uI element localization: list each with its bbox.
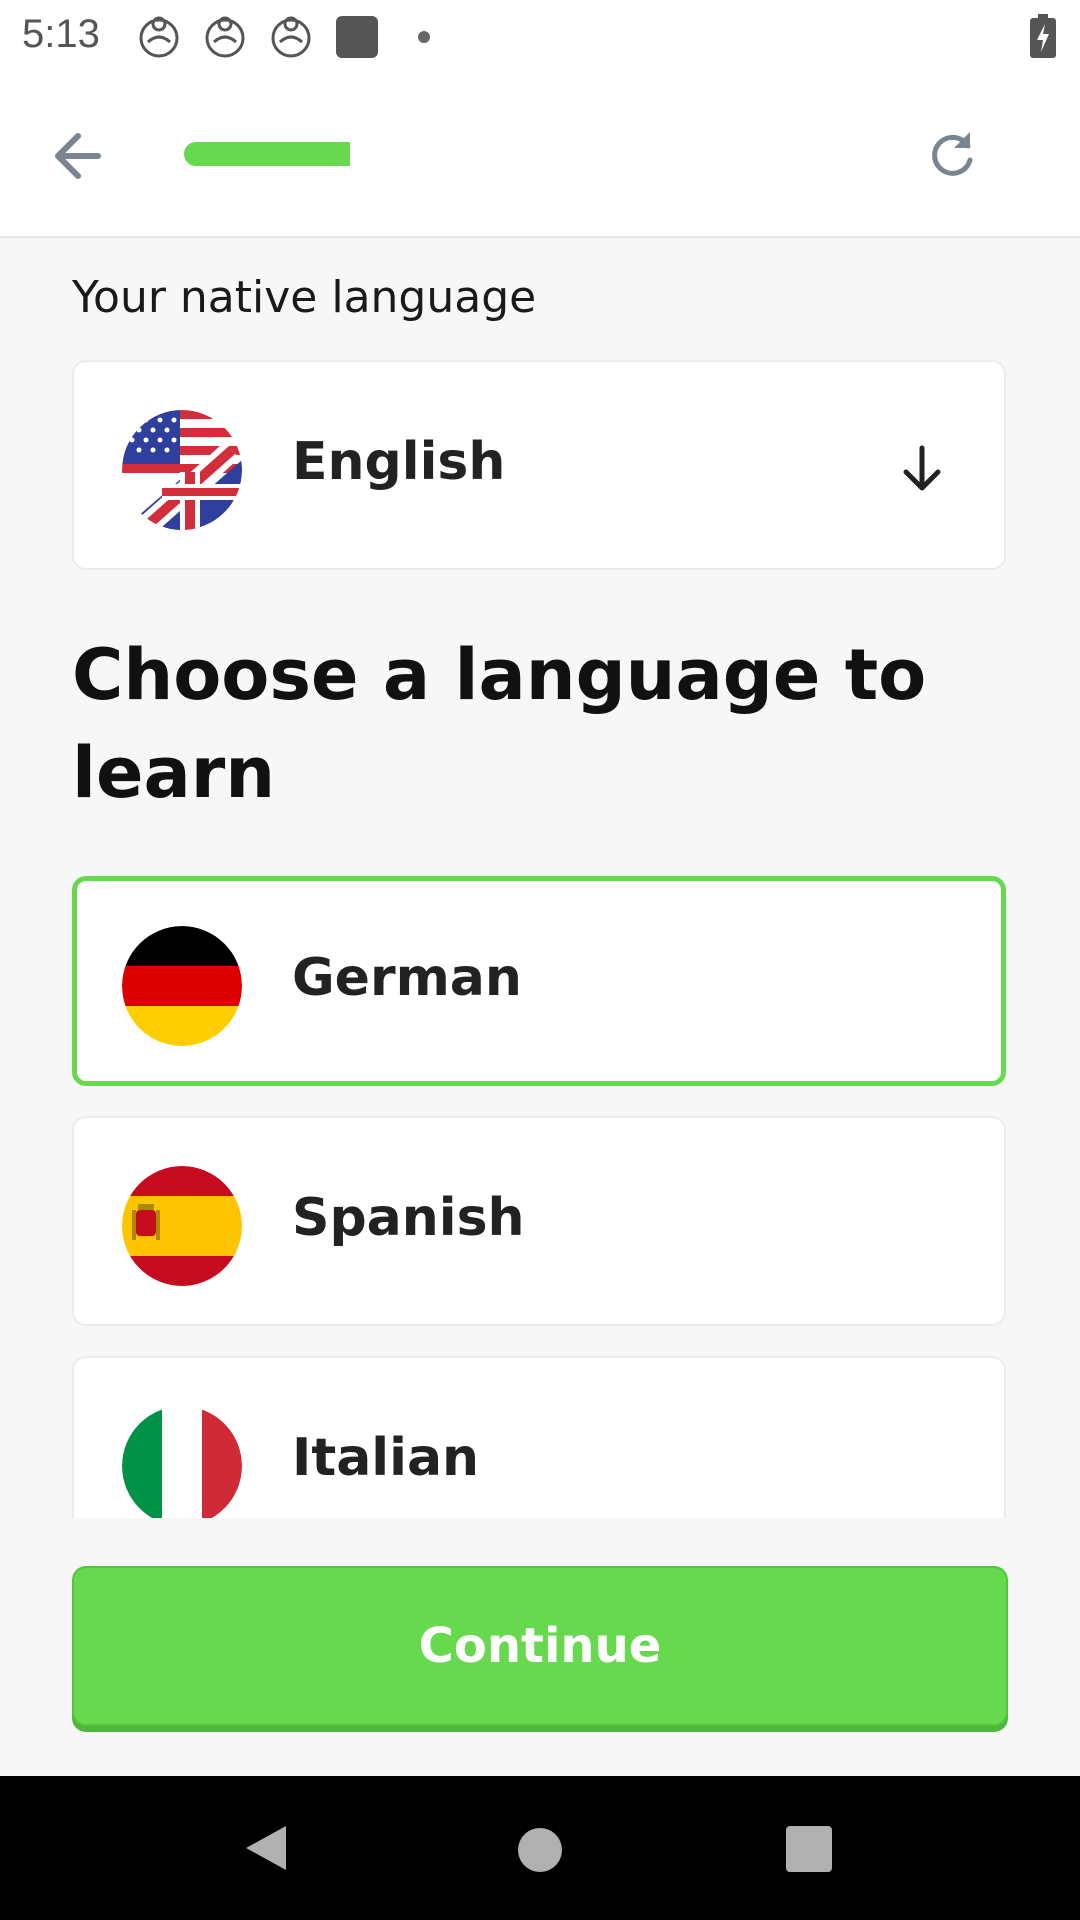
arrow-down-icon	[903, 445, 941, 491]
baby-app-icon	[271, 16, 311, 58]
native-language-dropdown[interactable]: English	[72, 360, 1006, 570]
progress-bar	[184, 142, 350, 166]
language-option-german[interactable]: German	[72, 876, 1006, 1086]
refresh-icon[interactable]	[922, 124, 982, 184]
us-uk-flag-icon	[122, 410, 242, 530]
top-app-bar	[0, 74, 1080, 238]
nav-recents-icon[interactable]	[786, 1826, 832, 1872]
status-bar: 5:13	[0, 0, 1080, 74]
system-nav-bar	[0, 1776, 1080, 1920]
germany-flag-icon	[122, 926, 242, 1046]
language-option-italian[interactable]: Italian	[72, 1356, 1006, 1518]
progress-fill	[184, 142, 350, 166]
status-time: 5:13	[22, 12, 100, 56]
italy-flag-icon	[122, 1406, 242, 1518]
language-option-spanish[interactable]: Spanish	[72, 1116, 1006, 1326]
nav-back-icon[interactable]	[240, 1822, 292, 1874]
baby-app-icon	[139, 16, 179, 58]
native-language-value: English	[292, 432, 506, 492]
native-language-label: Your native language	[72, 272, 537, 323]
language-option-label: German	[292, 948, 522, 1008]
content-scroll[interactable]: Your native language English Choose a la…	[0, 240, 1080, 1518]
continue-label: Continue	[418, 1618, 662, 1674]
spain-flag-icon	[122, 1166, 242, 1286]
learn-heading: Choose a language to learn	[72, 634, 927, 814]
language-option-label: Spanish	[292, 1188, 525, 1248]
language-option-label: Italian	[292, 1428, 480, 1488]
continue-button[interactable]: Continue	[72, 1566, 1008, 1726]
baby-app-icon	[205, 16, 245, 58]
dot-icon	[418, 31, 430, 43]
nav-home-icon[interactable]	[518, 1828, 562, 1872]
square-app-icon	[336, 16, 378, 58]
arrow-left-icon[interactable]	[48, 124, 112, 188]
battery-charging-icon	[1030, 14, 1056, 58]
